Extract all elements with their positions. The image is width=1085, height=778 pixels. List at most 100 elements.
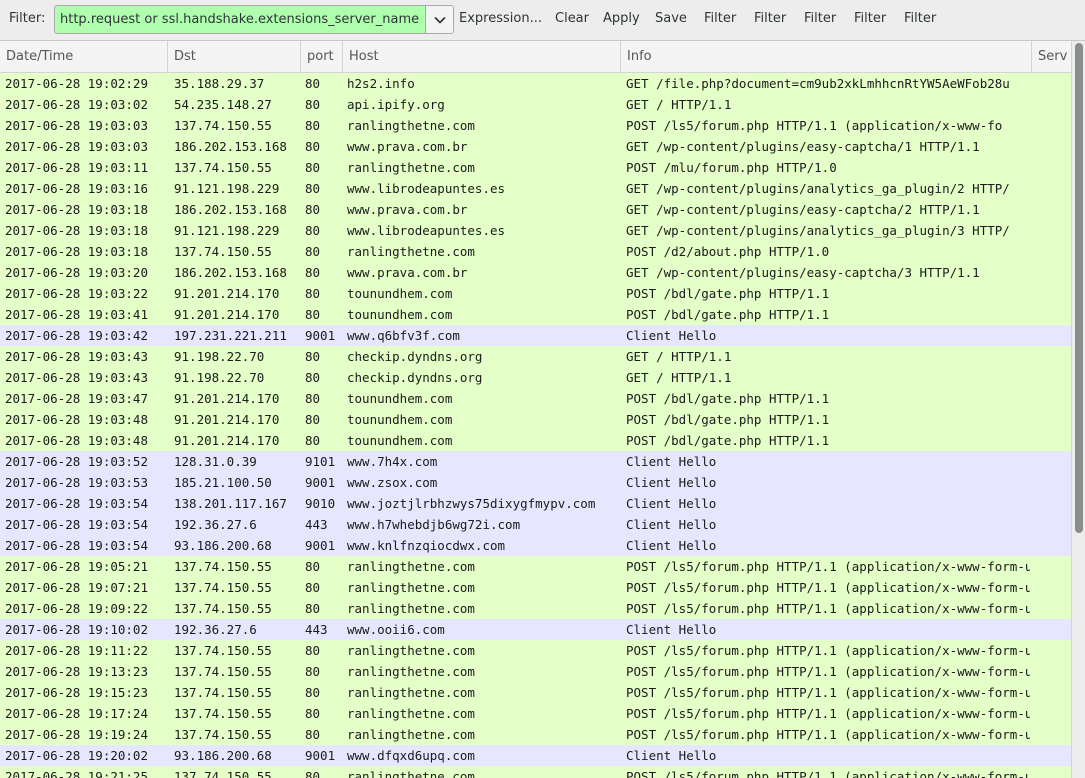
packet-row[interactable]: 2017-06-28 19:17:24 137.74.150.55 80 ranlin…: [0, 703, 1071, 724]
filter-history-dropdown-button[interactable]: [425, 6, 453, 33]
filter-button-3[interactable]: Filter: [804, 11, 836, 26]
packet-row[interactable]: 2017-06-28 19:19:24 137.74.150.55 80 ranlin…: [0, 724, 1071, 745]
filter-button-4[interactable]: Filter: [854, 11, 886, 26]
packet-row[interactable]: 2017-06-28 19:03:02 54.235.148.27 80 api.ip…: [0, 94, 1071, 115]
cell-info: POST /ls5/forum.php HTTP/1.1 (applicatio…: [626, 559, 1030, 574]
packet-row[interactable]: 2017-06-28 19:03:11 137.74.150.55 80 ranlin…: [0, 157, 1071, 178]
column-header-info[interactable]: Info: [621, 41, 1032, 73]
cell-dst: 138.201.117.167: [174, 496, 287, 511]
packet-row[interactable]: 2017-06-28 19:03:03 186.202.153.168 80 www.…: [0, 136, 1071, 157]
packet-row[interactable]: 2017-06-28 19:03:18 137.74.150.55 80 ranlin…: [0, 241, 1071, 262]
packet-row[interactable]: 2017-06-28 19:13:23 137.74.150.55 80 ranlin…: [0, 661, 1071, 682]
packet-row[interactable]: 2017-06-28 19:03:41 91.201.214.170 80 tounu…: [0, 304, 1071, 325]
packet-list: 2017-06-28 19:02:29 35.188.29.37 80 h2s2.in…: [0, 73, 1071, 778]
cell-datetime: 2017-06-28 19:03:48: [5, 412, 148, 427]
cell-port: 80: [305, 685, 321, 700]
cell-host: ranlingthetne.com: [347, 160, 475, 175]
column-header-server[interactable]: Serv: [1032, 41, 1071, 73]
cell-host: tounundhem.com: [347, 286, 453, 301]
filter-label: Filter:: [9, 11, 46, 26]
scrollbar-thumb[interactable]: [1075, 43, 1083, 533]
cell-dst: 186.202.153.168: [174, 139, 287, 154]
cell-port: 80: [305, 139, 321, 154]
cell-info: POST /ls5/forum.php HTTP/1.1 (applicatio…: [626, 601, 1030, 616]
cell-port: 443: [305, 517, 328, 532]
cell-port: 80: [305, 580, 321, 595]
cell-host: tounundhem.com: [347, 412, 453, 427]
cell-info: Client Hello: [626, 517, 717, 532]
expression-button[interactable]: Expression...: [459, 11, 542, 26]
packet-row[interactable]: 2017-06-28 19:03:43 91.198.22.70 80 checkip…: [0, 346, 1071, 367]
packet-row[interactable]: 2017-06-28 19:21:25 137.74.150.55 80 ranlin…: [0, 766, 1071, 778]
cell-host: www.q6bfv3f.com: [347, 328, 460, 343]
cell-dst: 186.202.153.168: [174, 265, 287, 280]
packet-row[interactable]: 2017-06-28 19:03:52 128.31.0.39 9101 www.7h…: [0, 451, 1071, 472]
cell-dst: 137.74.150.55: [174, 559, 272, 574]
packet-row[interactable]: 2017-06-28 19:11:22 137.74.150.55 80 ranlin…: [0, 640, 1071, 661]
cell-host: tounundhem.com: [347, 391, 453, 406]
clear-button[interactable]: Clear: [555, 11, 589, 26]
cell-host: www.joztjlrbhzwys75dixygfmypv.com: [347, 496, 596, 511]
column-header-port[interactable]: port: [301, 41, 343, 73]
packet-row[interactable]: 2017-06-28 19:03:54 192.36.27.6 443 www.h7w…: [0, 514, 1071, 535]
cell-host: ranlingthetne.com: [347, 769, 475, 778]
cell-port: 80: [305, 244, 321, 259]
cell-port: 80: [305, 97, 321, 112]
filter-toolbar: Filter: Expression... Clear Apply Save F…: [0, 0, 1085, 41]
apply-button[interactable]: Apply: [603, 11, 640, 26]
packet-row[interactable]: 2017-06-28 19:20:02 93.186.200.68 9001 www.…: [0, 745, 1071, 766]
cell-datetime: 2017-06-28 19:03:03: [5, 139, 148, 154]
filter-button-2[interactable]: Filter: [754, 11, 786, 26]
cell-datetime: 2017-06-28 19:03:54: [5, 538, 148, 553]
cell-host: checkip.dyndns.org: [347, 370, 483, 385]
packet-row[interactable]: 2017-06-28 19:03:42 197.231.221.211 9001 ww…: [0, 325, 1071, 346]
display-filter-combo[interactable]: [54, 5, 454, 34]
packet-row[interactable]: 2017-06-28 19:03:18 91.121.198.229 80 www.l…: [0, 220, 1071, 241]
packet-row[interactable]: 2017-06-28 19:03:43 91.198.22.70 80 checkip…: [0, 367, 1071, 388]
packet-row[interactable]: 2017-06-28 19:05:21 137.74.150.55 80 ranlin…: [0, 556, 1071, 577]
packet-row[interactable]: 2017-06-28 19:09:22 137.74.150.55 80 ranlin…: [0, 598, 1071, 619]
cell-host: ranlingthetne.com: [347, 601, 475, 616]
packet-row[interactable]: 2017-06-28 19:15:23 137.74.150.55 80 ranlin…: [0, 682, 1071, 703]
cell-info: POST /ls5/forum.php HTTP/1.1 (applicatio…: [626, 643, 1030, 658]
packet-row[interactable]: 2017-06-28 19:03:03 137.74.150.55 80 ranlin…: [0, 115, 1071, 136]
packet-row[interactable]: 2017-06-28 19:03:48 91.201.214.170 80 tounu…: [0, 409, 1071, 430]
save-button[interactable]: Save: [655, 11, 687, 26]
cell-host: www.7h4x.com: [347, 454, 438, 469]
cell-dst: 137.74.150.55: [174, 160, 272, 175]
filter-button-1[interactable]: Filter: [704, 11, 736, 26]
cell-port: 80: [305, 370, 321, 385]
column-header-dst[interactable]: Dst: [168, 41, 301, 73]
packet-row[interactable]: 2017-06-28 19:03:54 138.201.117.167 9010 ww…: [0, 493, 1071, 514]
display-filter-input[interactable]: [55, 6, 425, 33]
packet-row[interactable]: 2017-06-28 19:03:47 91.201.214.170 80 tounu…: [0, 388, 1071, 409]
column-header-datetime[interactable]: Date/Time: [0, 41, 168, 73]
cell-datetime: 2017-06-28 19:03:52: [5, 454, 148, 469]
packet-row[interactable]: 2017-06-28 19:03:22 91.201.214.170 80 tounu…: [0, 283, 1071, 304]
packet-list-header: Date/Time Dst port Host Info Serv: [0, 41, 1071, 73]
column-header-host[interactable]: Host: [343, 41, 621, 73]
cell-datetime: 2017-06-28 19:03:18: [5, 244, 148, 259]
cell-info: POST /ls5/forum.php HTTP/1.1 (applicatio…: [626, 580, 1030, 595]
packet-row[interactable]: 2017-06-28 19:03:20 186.202.153.168 80 www.…: [0, 262, 1071, 283]
packet-row[interactable]: 2017-06-28 19:02:29 35.188.29.37 80 h2s2.in…: [0, 73, 1071, 94]
cell-dst: 91.201.214.170: [174, 286, 280, 301]
cell-info: POST /bdl/gate.php HTTP/1.1: [626, 286, 830, 301]
packet-row[interactable]: 2017-06-28 19:03:54 93.186.200.68 9001 www.…: [0, 535, 1071, 556]
cell-host: ranlingthetne.com: [347, 118, 475, 133]
packet-row[interactable]: 2017-06-28 19:10:02 192.36.27.6 443 www.ooi…: [0, 619, 1071, 640]
cell-info: GET /wp-content/plugins/easy-captcha/1 H…: [626, 139, 980, 154]
cell-datetime: 2017-06-28 19:03:47: [5, 391, 148, 406]
cell-host: www.zsox.com: [347, 475, 438, 490]
packet-row[interactable]: 2017-06-28 19:03:48 91.201.214.170 80 tounu…: [0, 430, 1071, 451]
packet-row[interactable]: 2017-06-28 19:07:21 137.74.150.55 80 ranlin…: [0, 577, 1071, 598]
packet-row[interactable]: 2017-06-28 19:03:18 186.202.153.168 80 www.…: [0, 199, 1071, 220]
cell-host: ranlingthetne.com: [347, 706, 475, 721]
filter-button-5[interactable]: Filter: [904, 11, 936, 26]
packet-row[interactable]: 2017-06-28 19:03:16 91.121.198.229 80 www.l…: [0, 178, 1071, 199]
packet-row[interactable]: 2017-06-28 19:03:53 185.21.100.50 9001 www.…: [0, 472, 1071, 493]
vertical-scrollbar[interactable]: [1071, 41, 1085, 778]
cell-port: 80: [305, 412, 321, 427]
cell-dst: 93.186.200.68: [174, 748, 272, 763]
cell-datetime: 2017-06-28 19:20:02: [5, 748, 148, 763]
